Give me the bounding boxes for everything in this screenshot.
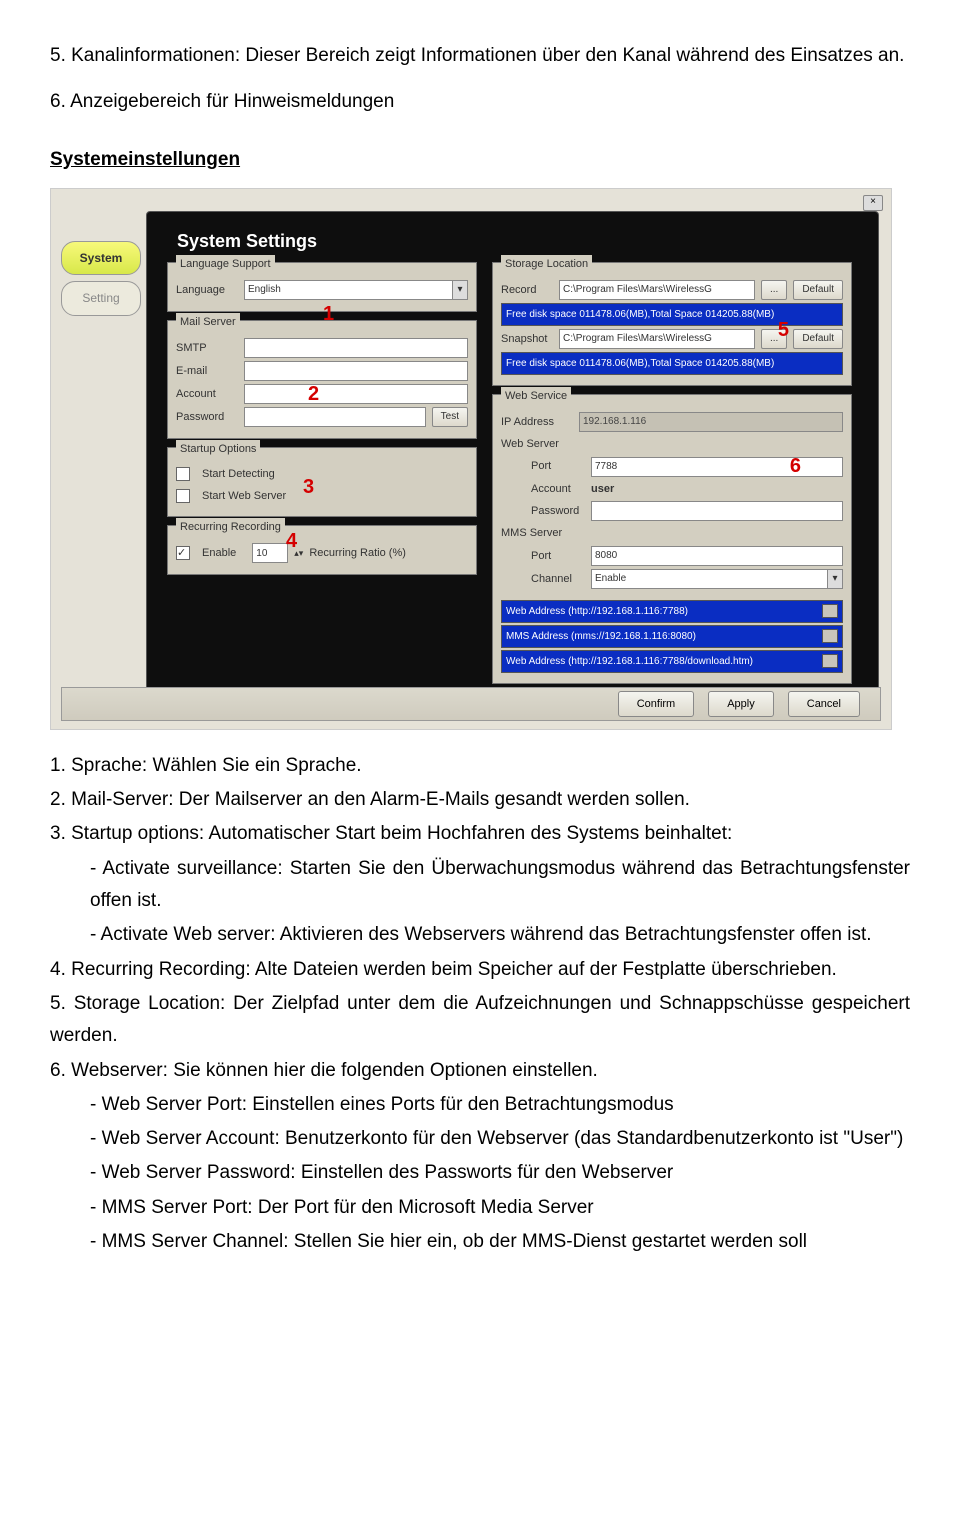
- copy-icon[interactable]: [822, 629, 838, 643]
- system-settings-screenshot: × System Setting System Settings Languag…: [50, 188, 892, 730]
- mms-address-bar[interactable]: MMS Address (mms://192.168.1.116:8080): [501, 625, 843, 648]
- account-label: Account: [176, 385, 238, 404]
- chevron-down-icon: ▾: [452, 281, 467, 299]
- note-1: 1. Sprache: Wählen Sie ein Sprache.: [50, 750, 910, 782]
- group-language: Language Support Language English ▾ 1: [167, 262, 477, 312]
- account-value: user: [591, 480, 614, 499]
- note-3b: - Activate Web server: Aktivieren des We…: [50, 919, 910, 951]
- default-button[interactable]: Default: [793, 329, 843, 349]
- note-6a: - Web Server Port: Einstellen eines Port…: [50, 1089, 910, 1121]
- ratio-input[interactable]: 10: [252, 543, 288, 563]
- copy-icon[interactable]: [822, 604, 838, 618]
- annotation-2: 2: [308, 377, 319, 411]
- test-button[interactable]: Test: [432, 407, 468, 427]
- annotation-6: 6: [790, 449, 801, 483]
- group-storage: Storage Location Record C:\Program Files…: [492, 262, 852, 386]
- start-detecting-checkbox[interactable]: [176, 467, 190, 481]
- channel-select[interactable]: Enable ▾: [591, 569, 843, 589]
- smtp-label: SMTP: [176, 339, 238, 358]
- language-value: English: [248, 281, 281, 298]
- email-input[interactable]: [244, 361, 468, 381]
- group-startup: Startup Options Start Detecting Start We…: [167, 447, 477, 517]
- snapshot-label: Snapshot: [501, 330, 553, 349]
- annotation-3: 3: [303, 470, 314, 504]
- apply-button[interactable]: Apply: [708, 691, 774, 718]
- annotation-4: 4: [286, 524, 297, 558]
- snapshot-path-input[interactable]: C:\Program Files\Mars\WirelessG: [559, 329, 755, 349]
- settings-panel: System Settings Language Support Languag…: [146, 211, 879, 691]
- smtp-input[interactable]: [244, 338, 468, 358]
- start-webserver-label: Start Web Server: [202, 487, 286, 506]
- note-6e: - MMS Server Channel: Stellen Sie hier e…: [50, 1226, 910, 1258]
- password-input[interactable]: [244, 407, 426, 427]
- port-label: Port: [531, 457, 585, 476]
- password-label: Password: [531, 502, 585, 521]
- language-label: Language: [176, 281, 238, 300]
- cancel-button[interactable]: Cancel: [788, 691, 860, 718]
- panel-title: System Settings: [177, 226, 317, 257]
- heading-systemeinstellungen: Systemeinstellungen: [50, 144, 910, 176]
- web-password-input[interactable]: [591, 501, 843, 521]
- note-6c: - Web Server Password: Einstellen des Pa…: [50, 1157, 910, 1189]
- channel-value: Enable: [595, 570, 626, 587]
- enable-checkbox[interactable]: [176, 546, 190, 560]
- group-label: Web Service: [501, 387, 571, 406]
- tab-system[interactable]: System: [61, 241, 141, 275]
- account-label: Account: [531, 480, 585, 499]
- tab-setting[interactable]: Setting: [61, 281, 141, 315]
- enable-label: Enable: [202, 544, 236, 563]
- group-label: Recurring Recording: [176, 518, 285, 537]
- note-3a: - Activate surveillance: Starten Sie den…: [50, 853, 910, 918]
- note-3: 3. Startup options: Automatischer Start …: [50, 818, 910, 850]
- mms-port-label: Port: [531, 547, 585, 566]
- start-webserver-checkbox[interactable]: [176, 489, 190, 503]
- group-label: Mail Server: [176, 313, 240, 332]
- note-2: 2. Mail-Server: Der Mailserver an den Al…: [50, 784, 910, 816]
- group-label: Startup Options: [176, 440, 260, 459]
- group-recurring: Recurring Recording Enable 10 ▴▾ Recurri…: [167, 525, 477, 575]
- note-5: 5. Storage Location: Der Zielpfad unter …: [50, 988, 910, 1053]
- note-6d: - MMS Server Port: Der Port für den Micr…: [50, 1192, 910, 1224]
- group-web-service: Web Service IP Address192.168.1.116 Web …: [492, 394, 852, 684]
- email-label: E-mail: [176, 362, 238, 381]
- note-4: 4. Recurring Recording: Alte Dateien wer…: [50, 954, 910, 986]
- channel-label: Channel: [531, 570, 585, 589]
- group-label: Language Support: [176, 255, 275, 274]
- language-select[interactable]: English ▾: [244, 280, 468, 300]
- browse-button[interactable]: ...: [761, 280, 787, 300]
- start-detecting-label: Start Detecting: [202, 465, 275, 484]
- password-label: Password: [176, 408, 238, 427]
- record-free-space: Free disk space 011478.06(MB),Total Spac…: [501, 303, 843, 326]
- account-input[interactable]: [244, 384, 468, 404]
- ip-label: IP Address: [501, 413, 573, 432]
- snapshot-free-space: Free disk space 011478.06(MB),Total Spac…: [501, 352, 843, 375]
- group-label: Storage Location: [501, 255, 592, 274]
- record-path-input[interactable]: C:\Program Files\Mars\WirelessG: [559, 280, 755, 300]
- default-button[interactable]: Default: [793, 280, 843, 300]
- close-icon[interactable]: ×: [863, 195, 883, 211]
- chevron-down-icon: ▾: [827, 570, 842, 588]
- record-label: Record: [501, 281, 553, 300]
- web-address-bar[interactable]: Web Address (http://192.168.1.116:7788): [501, 600, 843, 623]
- annotation-5: 5: [778, 313, 789, 347]
- dialog-button-bar: Confirm Apply Cancel: [61, 687, 881, 721]
- note-6: 6. Webserver: Sie können hier die folgen…: [50, 1055, 910, 1087]
- webserver-label: Web Server: [501, 435, 573, 454]
- download-address-bar[interactable]: Web Address (http://192.168.1.116:7788/d…: [501, 650, 843, 673]
- ip-value: 192.168.1.116: [579, 412, 843, 432]
- confirm-button[interactable]: Confirm: [618, 691, 695, 718]
- ratio-label: Recurring Ratio (%): [309, 544, 406, 563]
- note-6b: - Web Server Account: Benutzerkonto für …: [50, 1123, 910, 1155]
- web-port-input[interactable]: 7788: [591, 457, 843, 477]
- paragraph-5: 5. Kanalinformationen: Dieser Bereich ze…: [50, 40, 910, 72]
- mms-port-input[interactable]: 8080: [591, 546, 843, 566]
- paragraph-6: 6. Anzeigebereich für Hinweismeldungen: [50, 86, 910, 118]
- group-mail-server: Mail Server SMTP E-mail Account Password…: [167, 320, 477, 439]
- mms-label: MMS Server: [501, 524, 573, 543]
- copy-icon[interactable]: [822, 654, 838, 668]
